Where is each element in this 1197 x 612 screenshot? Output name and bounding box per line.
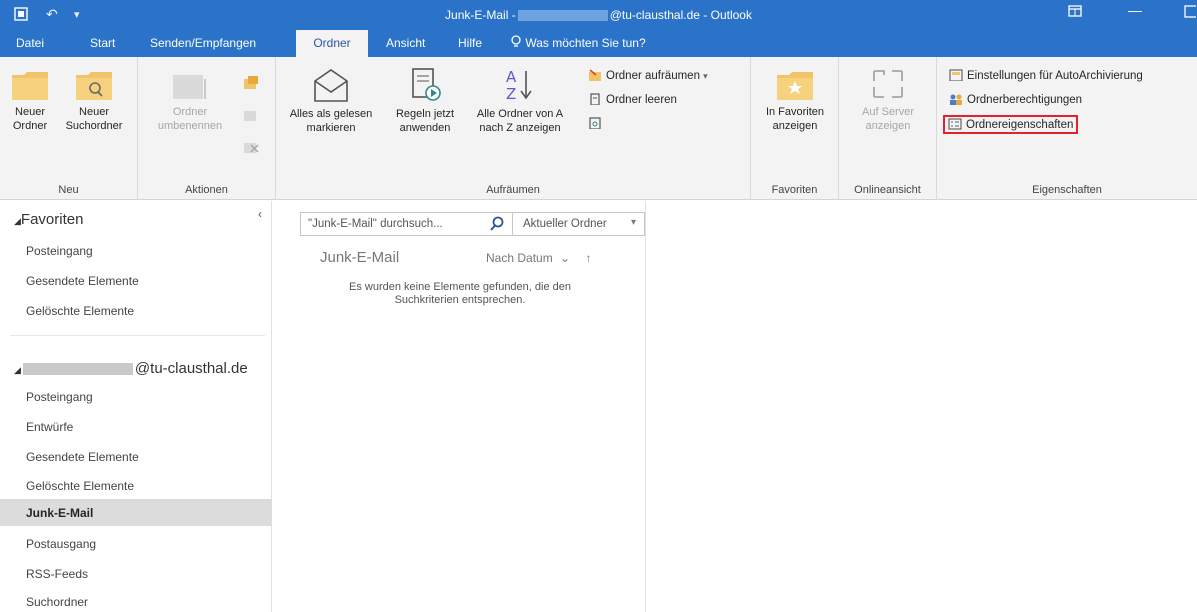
folder-item-geloeschte[interactable]: Gelöschte Elemente [26, 479, 134, 493]
empty-folder-button[interactable]: Ordner leeren [588, 93, 677, 106]
server-view-icon [873, 70, 903, 98]
list-title: Junk-E-Mail [320, 249, 400, 266]
ribbon-group-aufraeumen: Alles als gelesen markieren Regeln jetzt… [276, 57, 751, 200]
show-in-favorites-button[interactable]: In Favoriten anzeigen [753, 67, 837, 133]
delete-folder-icon[interactable] [242, 139, 260, 158]
recover-items-button[interactable] [588, 117, 606, 130]
maximize-icon[interactable] [1184, 4, 1197, 21]
tab-ordner[interactable]: Ordner [296, 30, 368, 57]
collapse-arrow-icon: ◢ [14, 216, 21, 226]
users-icon [949, 93, 963, 105]
cleanup-folder-button[interactable]: Ordner aufräumen ▾ [588, 69, 708, 82]
account-header[interactable]: ◢ @tu-clausthal.de [14, 360, 248, 377]
group-label-eigenschaften: Eigenschaften [1032, 184, 1102, 196]
rules-icon [412, 68, 441, 101]
svg-text:Z: Z [506, 85, 516, 103]
ribbon: Neuer Ordner Neuer Suchordner Neu Ordner… [0, 57, 1197, 200]
ribbon-display-options-icon[interactable] [1068, 4, 1082, 21]
favorite-item-gesendete[interactable]: Gesendete Elemente [26, 274, 139, 288]
folder-item-rss[interactable]: RSS-Feeds [26, 567, 88, 581]
svg-text:A: A [506, 68, 517, 86]
folder-item-gesendete[interactable]: Gesendete Elemente [26, 450, 139, 464]
recover-items-icon [588, 117, 602, 130]
chevron-down-icon[interactable]: ▾ [631, 217, 636, 228]
empty-folder-icon [588, 93, 602, 106]
sort-az-icon: AZ [506, 68, 532, 103]
tab-start[interactable]: Start [80, 30, 125, 57]
tab-senden-empfangen[interactable]: Senden/Empfangen [140, 30, 266, 57]
cleanup-dropdown-icon: ▾ [703, 71, 708, 81]
autoarchive-icon [949, 69, 963, 82]
move-folder-icon[interactable] [242, 107, 260, 126]
folder-item-posteingang[interactable]: Posteingang [26, 390, 93, 404]
favorite-item-geloeschte[interactable]: Gelöschte Elemente [26, 304, 134, 318]
tab-ansicht[interactable]: Ansicht [376, 30, 435, 57]
run-rules-button[interactable]: Regeln jetzt anwenden [384, 67, 466, 135]
tab-hilfe[interactable]: Hilfe [448, 30, 492, 57]
group-label-aufraeumen: Aufräumen [486, 184, 540, 196]
folder-item-suchordner[interactable]: Suchordner [26, 595, 88, 609]
copy-folder-icon[interactable] [242, 75, 260, 94]
search-divider [512, 213, 513, 235]
mark-all-read-button[interactable]: Alles als gelesen markieren [278, 67, 384, 135]
envelope-open-icon [314, 69, 348, 102]
title-bar: ↶ ▾ Junk-E-Mail - @tu-clausthal.de - Outl… [0, 0, 1197, 30]
favorite-item-posteingang[interactable]: Posteingang [26, 244, 93, 258]
autoarchive-settings-button[interactable]: Einstellungen für AutoArchivierung [949, 69, 1143, 82]
search-folder-icon [76, 72, 112, 100]
favorite-folder-icon [777, 72, 813, 100]
tell-me-search[interactable]: Was möchten Sie tun? [500, 30, 656, 57]
ribbon-group-eigenschaften: Einstellungen für AutoArchivierung Ordne… [937, 57, 1197, 200]
redacted-account-name [22, 363, 133, 376]
minimize-icon[interactable]: — [1128, 2, 1142, 18]
ribbon-group-neu: Neuer Ordner Neuer Suchordner Neu [0, 57, 138, 200]
pane-separator [10, 335, 265, 336]
folder-permissions-button[interactable]: Ordnerberechtigungen [949, 93, 1082, 106]
chevron-down-icon: ⌄ [560, 251, 571, 265]
group-label-neu: Neu [58, 184, 79, 196]
sort-by-dropdown[interactable]: Nach Datum ⌄ ↑ [486, 251, 591, 265]
rename-folder-button[interactable]: Ordner umbenennen [146, 67, 234, 133]
cleanup-icon [588, 69, 602, 81]
folder-item-entwuerfe[interactable]: Entwürfe [26, 420, 73, 434]
collapse-pane-icon[interactable]: ‹ [258, 207, 262, 221]
ribbon-group-aktionen: Ordner umbenennen Aktionen [138, 57, 276, 200]
new-folder-button[interactable]: Neuer Ordner [4, 67, 56, 133]
search-icon[interactable] [489, 216, 505, 235]
favorites-header[interactable]: ◢Favoriten [14, 211, 83, 228]
folder-properties-button[interactable]: Ordnereigenschaften [943, 115, 1079, 134]
sort-folders-az-button[interactable]: AZ Alle Ordner von A nach Z anzeigen [466, 67, 574, 135]
group-label-onlineansicht: Onlineansicht [854, 184, 921, 196]
collapse-arrow-icon: ◢ [14, 365, 21, 375]
folder-pane: ◢Favoriten ‹ Posteingang Gesendete Eleme… [0, 201, 272, 612]
window-title: Junk-E-Mail - @tu-clausthal.de - Outlook [445, 8, 752, 22]
ribbon-tab-bar: Datei Start Senden/Empfangen Ordner Ansi… [0, 30, 1197, 57]
empty-list-message: Es wurden keine Elemente gefunden, die d… [349, 281, 571, 306]
folder-item-postausgang[interactable]: Postausgang [26, 537, 96, 551]
ribbon-group-onlineansicht: Auf Server anzeigen Onlineansicht [839, 57, 937, 200]
lightbulb-icon [510, 35, 525, 50]
message-list: "Junk-E-Mail" durchsuch... Aktueller Ord… [288, 201, 646, 612]
group-label-favoriten: Favoriten [771, 184, 818, 196]
properties-icon [948, 118, 962, 130]
tab-datei[interactable]: Datei [6, 30, 54, 57]
view-on-server-button[interactable]: Auf Server anzeigen [845, 67, 931, 133]
new-search-folder-button[interactable]: Neuer Suchordner [56, 67, 132, 133]
rename-folder-icon [173, 75, 206, 99]
folder-icon [12, 72, 48, 100]
search-scope-dropdown[interactable]: Aktueller Ordner [523, 218, 607, 230]
search-box: "Junk-E-Mail" durchsuch... Aktueller Ord… [300, 212, 645, 236]
folder-item-junk[interactable]: Junk-E-Mail [26, 506, 93, 520]
redacted-username [517, 10, 608, 22]
search-input[interactable]: "Junk-E-Mail" durchsuch... [308, 218, 443, 230]
group-label-aktionen: Aktionen [185, 184, 228, 196]
sort-direction-icon[interactable]: ↑ [585, 251, 591, 265]
ribbon-group-favoriten: In Favoriten anzeigen Favoriten [751, 57, 839, 200]
